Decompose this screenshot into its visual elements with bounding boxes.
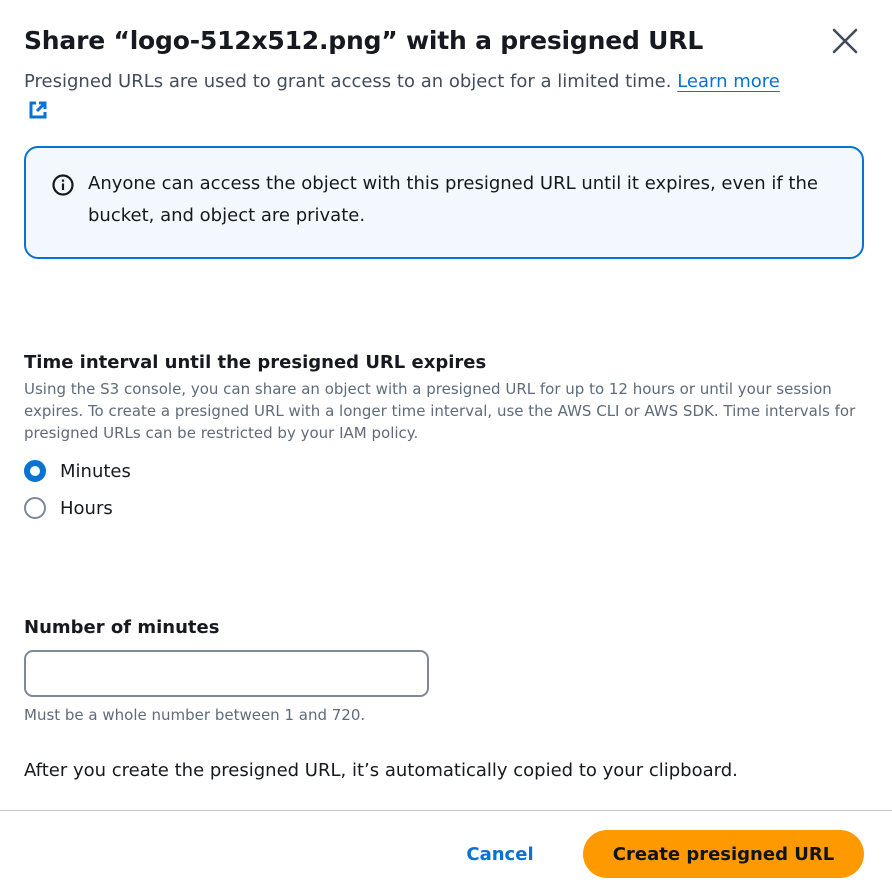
- footer-divider: [0, 810, 892, 811]
- close-button[interactable]: [826, 22, 864, 60]
- clipboard-note: After you create the presigned URL, it’s…: [24, 760, 738, 781]
- radio-hours-indicator[interactable]: [24, 497, 46, 519]
- radio-minutes-indicator[interactable]: [24, 460, 46, 482]
- cancel-button[interactable]: Cancel: [448, 831, 552, 877]
- learn-more-label: Learn more: [677, 71, 780, 92]
- expiration-description: Using the S3 console, you can share an o…: [24, 380, 856, 442]
- radio-minutes-label: Minutes: [60, 460, 131, 482]
- minutes-field-label: Number of minutes: [24, 617, 220, 638]
- radio-hours[interactable]: Hours: [24, 497, 113, 519]
- minutes-input[interactable]: [24, 650, 429, 697]
- info-icon: [52, 174, 74, 196]
- dialog-description: Presigned URLs are used to grant access …: [24, 67, 784, 127]
- dialog-description-text: Presigned URLs are used to grant access …: [24, 71, 672, 92]
- alert-text: Anyone can access the object with this p…: [88, 173, 818, 226]
- presigned-url-dialog: Share “logo-512x512.png” with a presigne…: [0, 0, 892, 892]
- external-link-icon: [29, 101, 47, 119]
- close-icon: [832, 28, 858, 54]
- info-alert: Anyone can access the object with this p…: [24, 146, 864, 259]
- expiration-label: Time interval until the presigned URL ex…: [24, 352, 487, 373]
- radio-hours-label: Hours: [60, 497, 113, 519]
- dialog-title: Share “logo-512x512.png” with a presigne…: [24, 26, 704, 55]
- create-presigned-url-button[interactable]: Create presigned URL: [583, 830, 864, 878]
- minutes-constraint-text: Must be a whole number between 1 and 720…: [24, 706, 366, 724]
- radio-minutes[interactable]: Minutes: [24, 460, 131, 482]
